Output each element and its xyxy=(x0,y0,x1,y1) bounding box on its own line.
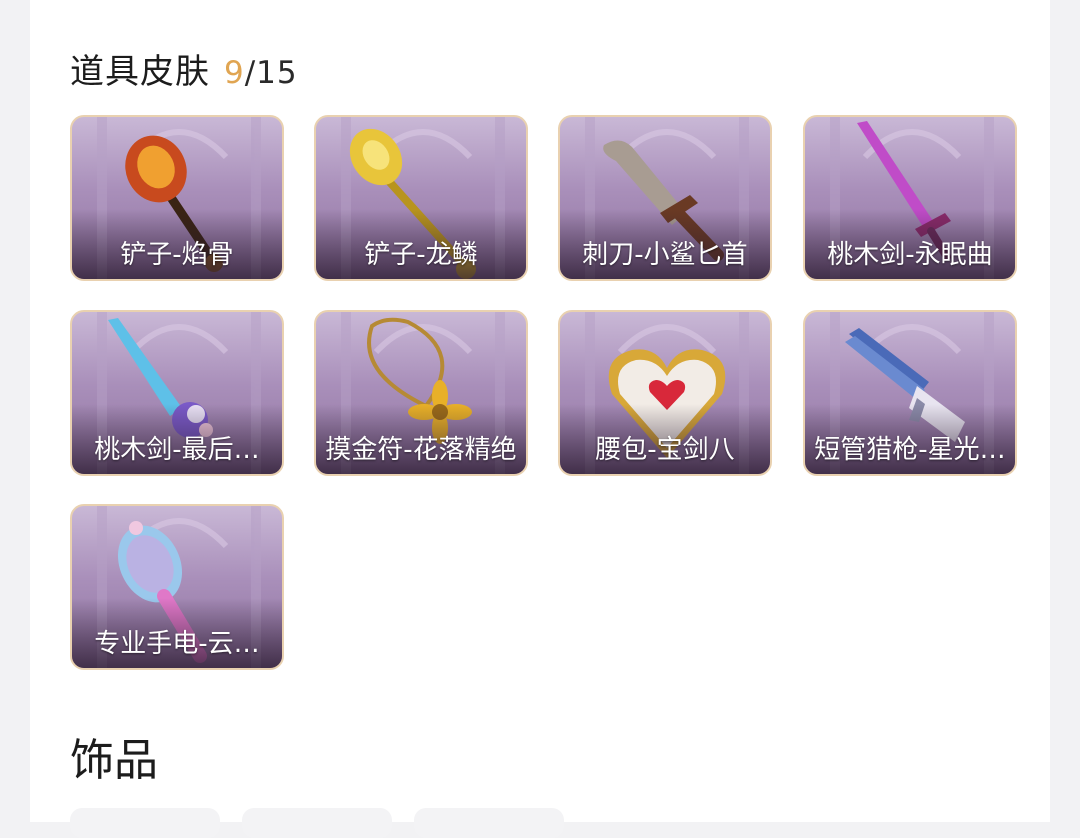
skin-tile-label: 铲子-焰骨 xyxy=(120,240,234,270)
skin-tile-label: 专业手电-云… xyxy=(94,629,260,659)
skins-count-total: /15 xyxy=(244,55,298,91)
skin-tile-label: 摸金符-花落精绝 xyxy=(325,435,517,465)
skin-tile-label: 腰包-宝剑八 xyxy=(595,435,735,465)
skin-tile-6[interactable]: 摸金符-花落精绝 xyxy=(314,310,528,476)
skin-tile-2[interactable]: 铲子-龙鳞 xyxy=(314,115,528,281)
skin-tile-label: 刺刀-小鲨匕首 xyxy=(582,240,748,270)
skin-tile-7[interactable]: 腰包-宝剑八 xyxy=(558,310,772,476)
skin-tile-label: 桃木剑-最后… xyxy=(94,435,260,465)
skins-count-current: 9 xyxy=(224,55,245,91)
skin-tile-label: 短管猎枪-星光… xyxy=(814,435,1006,465)
skin-tile-9[interactable]: 专业手电-云… xyxy=(70,504,284,670)
skins-count: 9/15 xyxy=(224,55,298,91)
accessory-item-placeholder[interactable] xyxy=(70,808,220,838)
skin-tile-4[interactable]: 桃木剑-永眠曲 xyxy=(803,115,1017,281)
skin-tile-1[interactable]: 铲子-焰骨 xyxy=(70,115,284,281)
skin-tile-label: 铲子-龙鳞 xyxy=(364,240,478,270)
accessory-item-placeholder[interactable] xyxy=(242,808,392,838)
skin-tile-3[interactable]: 刺刀-小鲨匕首 xyxy=(558,115,772,281)
accessories-section-title: 饰品 xyxy=(70,735,158,786)
accessory-item-placeholder[interactable] xyxy=(414,808,564,838)
skin-tile-label: 桃木剑-永眠曲 xyxy=(827,240,993,270)
skin-tile-5[interactable]: 桃木剑-最后… xyxy=(70,310,284,476)
skins-section-title: 道具皮肤 xyxy=(70,52,210,92)
skin-tile-8[interactable]: 短管猎枪-星光… xyxy=(803,310,1017,476)
skins-section-header: 道具皮肤 9/15 xyxy=(70,44,298,93)
